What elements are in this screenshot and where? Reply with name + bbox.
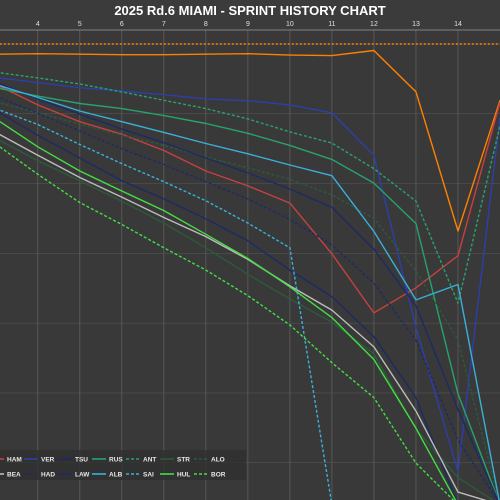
legend-label: HUL <box>177 472 190 479</box>
legend-box <box>0 450 246 480</box>
legend-label: HAD <box>41 472 55 479</box>
legend-label: ANT <box>143 457 156 464</box>
legend-label: RUS <box>109 457 123 464</box>
legend-label: HAM <box>7 457 22 464</box>
legend-label: VER <box>41 457 55 464</box>
legend-label: ALO <box>211 457 225 464</box>
legend-label: BEA <box>7 472 21 479</box>
legend-label: ALB <box>109 472 123 479</box>
x-tick-label: 11 <box>328 21 335 28</box>
legend-label: TSU <box>75 457 88 464</box>
legend-label: LAW <box>75 472 90 479</box>
legend-label: BOR <box>211 472 226 479</box>
x-tick-label: 10 <box>286 21 294 28</box>
x-tick-label: 14 <box>454 21 462 28</box>
x-tick-label: 12 <box>370 21 378 28</box>
x-tick-label: 9 <box>246 21 250 28</box>
chart-container: 4 5 6 7 8 9 10 11 12 13 14 HAM VER TSU RUS ANT STR ALO BE… <box>0 0 500 500</box>
x-tick-label: 5 <box>78 21 82 28</box>
x-tick-label: 6 <box>120 21 124 28</box>
x-tick-label: 7 <box>162 21 166 28</box>
legend-label: SAI <box>143 472 154 479</box>
legend-label: STR <box>177 457 190 464</box>
x-tick-label: 8 <box>204 21 208 28</box>
sprint-history-chart: 4 5 6 7 8 9 10 11 12 13 14 HAM VER TSU RUS ANT STR ALO BE… <box>0 0 500 500</box>
chart-title: 2025 Rd.6 MIAMI - SPRINT HISTORY CHART <box>114 3 385 18</box>
x-tick-label: 13 <box>412 21 420 28</box>
x-tick-label: 4 <box>36 21 40 28</box>
legend: HAM VER TSU RUS ANT STR ALO BEA HAD LAW ALB SAI HUL B… <box>0 450 246 480</box>
